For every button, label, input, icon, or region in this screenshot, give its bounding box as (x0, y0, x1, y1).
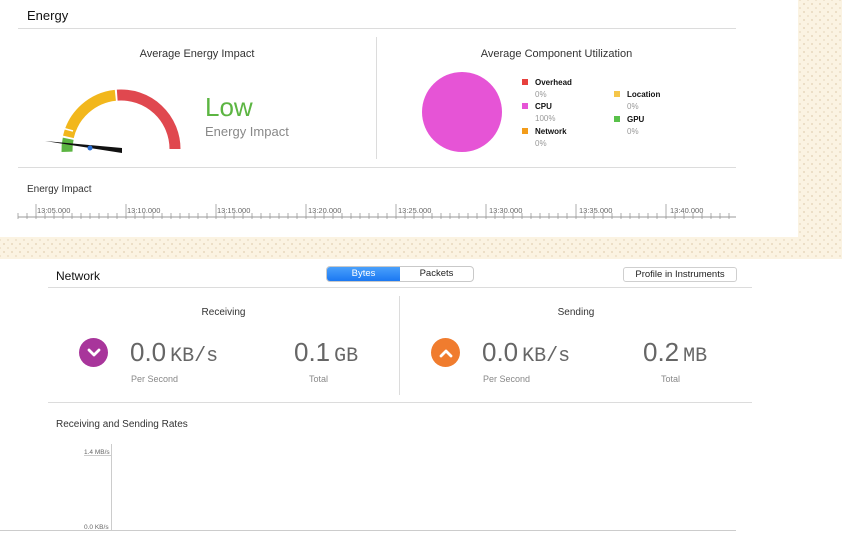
chevron-up-icon (431, 338, 460, 367)
timeline-tick-label: 13:40.000 (670, 206, 704, 215)
rates-chart-title: Receiving and Sending Rates (56, 419, 188, 430)
gauge-low-segment (61, 137, 74, 153)
timeline-tick-label: 13:15.000 (217, 206, 251, 215)
divider (18, 28, 736, 29)
timeline-tick-label: 13:05.000 (37, 206, 71, 215)
energy-impact-timeline-title: Energy Impact (27, 184, 92, 195)
receiving-rate: 0.0 KB/s (130, 337, 218, 368)
network-panel: Network Bytes Packets Profile in Instrum… (0, 259, 842, 533)
utilization-pie-chart (422, 72, 502, 152)
legend-value: 0% (535, 139, 547, 148)
timeline-tick-label: 13:30.000 (489, 206, 523, 215)
legend-swatch (522, 79, 528, 85)
legend-swatch (614, 116, 620, 122)
timeline-tick-label: 13:25.000 (398, 206, 432, 215)
sending-total-value: 0.2 (643, 337, 680, 367)
energy-status: Low (205, 92, 253, 122)
sending-total: 0.2 MB (643, 337, 707, 368)
receiving-total-value: 0.1 (294, 337, 331, 367)
legend-name: Network (535, 127, 567, 136)
legend-value: 100% (535, 114, 556, 123)
sending-rate: 0.0 KB/s (482, 337, 570, 368)
bytes-packets-segmented-control: Bytes Packets (326, 266, 474, 282)
energy-panel: Energy Average Energy Impact Low Energy … (0, 0, 798, 237)
avg-energy-impact-title: Average Energy Impact (139, 48, 255, 60)
rates-y-max-gridline (84, 455, 111, 456)
gauge-needle (45, 141, 122, 153)
legend-value: 0% (627, 102, 639, 111)
energy-gauge (45, 89, 181, 153)
divider (48, 287, 752, 288)
receiving-rate-value: 0.0 (130, 337, 167, 367)
legend-swatch (522, 103, 528, 109)
legend-swatch (614, 91, 620, 97)
sending-title: Sending (557, 307, 595, 318)
profile-in-instruments-button[interactable]: Profile in Instruments (623, 267, 737, 282)
rates-x-axis (0, 530, 736, 531)
sending-rate-label: Per Second (483, 374, 531, 384)
receiving-rate-unit: KB/s (170, 345, 219, 368)
gauge-hub (87, 145, 93, 151)
sending-total-label: Total (661, 374, 681, 384)
chevron-down-icon (79, 338, 108, 367)
legend-name: Overhead (535, 78, 572, 87)
receiving-title: Receiving (201, 307, 246, 318)
receiving-total: 0.1 GB (294, 337, 358, 368)
gauge-high-segment (116, 89, 181, 150)
network-title: Network (56, 269, 101, 283)
timeline-tick-label: 13:35.000 (579, 206, 613, 215)
rates-y-axis (111, 444, 112, 531)
receiving-rate-label: Per Second (131, 374, 179, 384)
segment-bytes[interactable]: Bytes (327, 267, 400, 281)
receiving-total-unit: GB (334, 345, 359, 368)
legend-name: Location (627, 90, 661, 99)
timeline-tick-label: 13:10.000 (127, 206, 161, 215)
component-utilization-title: Average Component Utilization (480, 48, 633, 60)
timeline-tick-label: 13:20.000 (308, 206, 342, 215)
legend-value: 0% (627, 127, 639, 136)
divider (48, 402, 752, 403)
legend-value: 0% (535, 90, 547, 99)
legend-name: CPU (535, 102, 552, 111)
sending-rate-value: 0.0 (482, 337, 519, 367)
energy-title: Energy (27, 8, 69, 23)
divider (18, 167, 736, 168)
energy-status-subtitle: Energy Impact (205, 124, 289, 139)
sending-total-unit: MB (683, 345, 708, 368)
segment-packets[interactable]: Packets (400, 267, 473, 281)
receiving-total-label: Total (309, 374, 329, 384)
legend-swatch (522, 128, 528, 134)
gauge-mid-segment (63, 89, 117, 139)
sending-rate-unit: KB/s (522, 345, 571, 368)
legend-name: GPU (627, 115, 645, 124)
pie-slice-cpu (422, 72, 502, 152)
